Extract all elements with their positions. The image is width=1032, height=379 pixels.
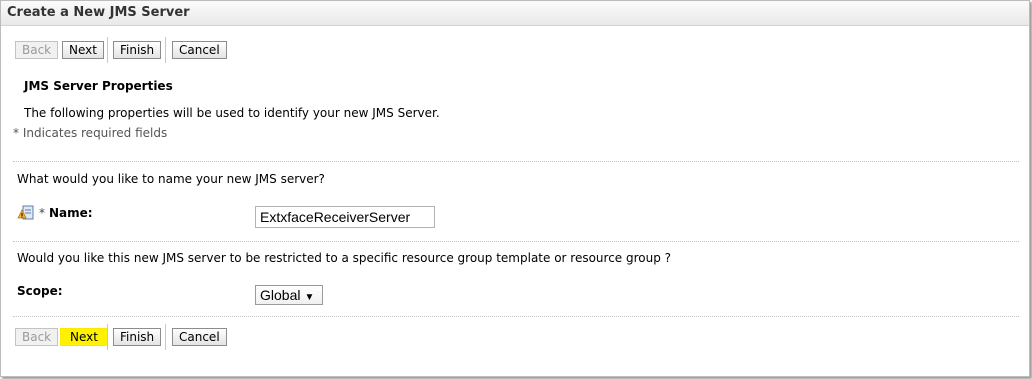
scope-select[interactable]: Global ▼ [255, 285, 323, 305]
cancel-button-bottom[interactable]: Cancel [172, 328, 227, 346]
section-divider [13, 161, 1019, 162]
toolbar-divider [107, 324, 108, 350]
section-description: The following properties will be used to… [24, 106, 440, 120]
name-question: What would you like to name your new JMS… [17, 172, 325, 186]
page-title: Create a New JMS Server [7, 5, 190, 20]
section-divider [13, 316, 1019, 317]
dialog-frame: Create a New JMS Server Back Next Finish… [0, 0, 1030, 377]
title-bar: Create a New JMS Server [1, 1, 1029, 26]
cancel-button-top[interactable]: Cancel [172, 41, 227, 59]
info-help-icon[interactable] [17, 205, 35, 221]
scope-question: Would you like this new JMS server to be… [17, 251, 672, 265]
scope-selected-value: Global [260, 287, 301, 303]
finish-button-top[interactable]: Finish [113, 41, 162, 59]
back-button-bottom[interactable]: Back [15, 328, 59, 346]
next-button-top[interactable]: Next [62, 41, 104, 59]
required-fields-note: * Indicates required fields [13, 126, 168, 140]
name-label: Name: [49, 206, 93, 220]
back-button-top[interactable]: Back [15, 41, 59, 59]
section-divider [13, 241, 1019, 242]
next-button-bottom[interactable]: Next [60, 328, 108, 346]
scope-label: Scope: [17, 284, 63, 298]
finish-button-bottom[interactable]: Finish [113, 328, 162, 346]
toolbar-divider [165, 324, 166, 350]
toolbar-divider [107, 37, 108, 63]
section-heading: JMS Server Properties [24, 79, 173, 93]
chevron-down-icon: ▼ [304, 292, 315, 303]
toolbar-divider [165, 37, 166, 63]
name-field[interactable]: ExtxfaceReceiverServer [255, 206, 435, 228]
required-star: * [39, 206, 45, 220]
